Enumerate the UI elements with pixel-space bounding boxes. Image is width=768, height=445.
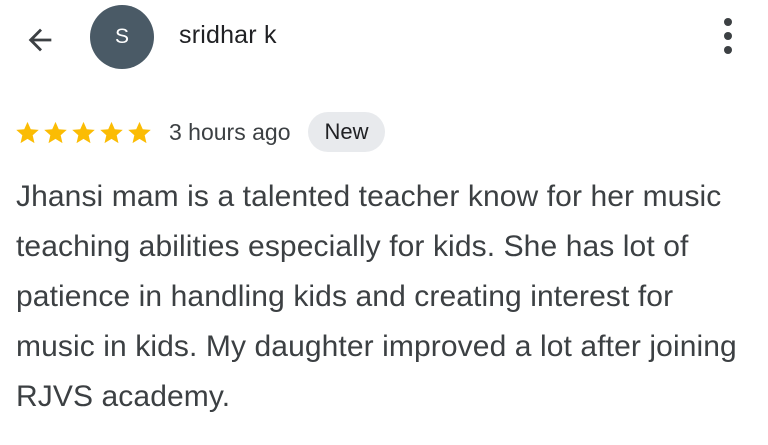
back-button[interactable] [18, 18, 62, 62]
star-icon [128, 121, 151, 143]
new-badge: New [308, 112, 385, 152]
star-icon [72, 121, 95, 143]
star-icon [44, 121, 67, 143]
review-header: S sridhar k [0, 0, 768, 78]
avatar[interactable]: S [90, 5, 154, 69]
author-name[interactable]: sridhar k [179, 20, 277, 50]
review-text: Jhansi mam is a talented teacher know fo… [16, 180, 737, 413]
star-rating [14, 119, 153, 146]
star-icon [16, 121, 39, 143]
more-vert-icon [724, 18, 732, 54]
star-icon [100, 121, 123, 143]
review-time: 3 hours ago [169, 119, 291, 145]
avatar-initial: S [114, 25, 129, 48]
more-options-button[interactable] [710, 14, 746, 58]
review-meta: 3 hours ago New [14, 110, 385, 154]
arrow-left-icon [28, 28, 52, 52]
